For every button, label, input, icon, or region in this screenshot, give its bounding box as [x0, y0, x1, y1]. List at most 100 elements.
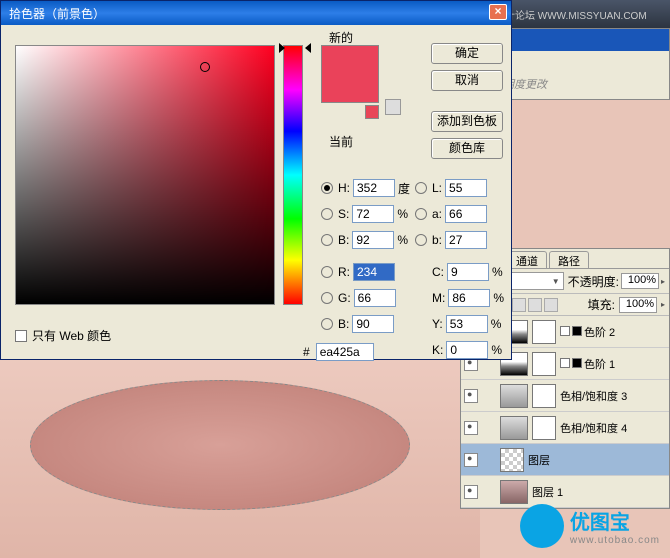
- web-only-label: 只有 Web 颜色: [32, 327, 111, 344]
- link-slot[interactable]: [482, 485, 496, 499]
- hue-slider[interactable]: [283, 45, 303, 305]
- dialog-titlebar[interactable]: 拾色器（前景色） ×: [1, 1, 511, 25]
- visibility-icon[interactable]: [464, 421, 478, 435]
- add-swatch-button[interactable]: 添加到色板: [431, 111, 503, 132]
- visibility-icon[interactable]: [464, 389, 478, 403]
- hex-label: #: [303, 345, 310, 359]
- c-label: C:: [432, 265, 444, 279]
- new-color-swatch: [321, 45, 379, 103]
- new-color-label: 新的: [329, 29, 353, 46]
- unit: %: [397, 233, 411, 247]
- b-label: B:: [338, 233, 349, 247]
- cancel-button[interactable]: 取消: [431, 70, 503, 91]
- selection-marquee: [30, 380, 410, 510]
- s-input[interactable]: [352, 205, 394, 223]
- bl-label: B:: [338, 317, 349, 331]
- k-label: K:: [432, 343, 443, 357]
- fill-label: 填充:: [588, 296, 615, 313]
- lb-input[interactable]: [445, 231, 487, 249]
- tab-paths[interactable]: 路径: [549, 251, 589, 268]
- layer-mask: [532, 352, 556, 376]
- unit: 度: [398, 180, 412, 197]
- dialog-title: 拾色器（前景色）: [9, 5, 105, 22]
- k-input[interactable]: [446, 341, 488, 359]
- m-input[interactable]: [448, 289, 490, 307]
- unit: %: [492, 265, 506, 279]
- L-label: L:: [432, 181, 442, 195]
- unit: %: [491, 343, 505, 357]
- layer-name[interactable]: 色阶 2: [560, 324, 666, 340]
- b-radio[interactable]: [321, 234, 333, 246]
- current-small-swatch: [365, 105, 379, 119]
- h-label: H:: [338, 181, 350, 195]
- hue-arrow-icon: [305, 43, 311, 53]
- r-label: R:: [338, 265, 350, 279]
- current-color-label: 当前: [329, 133, 353, 150]
- chevron-right-icon[interactable]: ▸: [661, 300, 665, 309]
- web-only-checkbox[interactable]: [15, 330, 27, 342]
- watermark-url: www.utobao.com: [570, 535, 660, 546]
- a-input[interactable]: [445, 205, 487, 223]
- chevron-right-icon[interactable]: ▸: [661, 277, 665, 286]
- hex-input[interactable]: [316, 343, 374, 361]
- lock-pixels-icon[interactable]: [512, 298, 526, 312]
- y-input[interactable]: [446, 315, 488, 333]
- adjustment-thumb: [500, 384, 528, 408]
- layer-mask: [532, 416, 556, 440]
- link-slot[interactable]: [482, 421, 496, 435]
- L-radio[interactable]: [415, 182, 427, 194]
- fill-input[interactable]: 100%: [619, 297, 657, 313]
- layer-thumb: [500, 480, 528, 504]
- layer-row[interactable]: 色相/饱和度 4: [461, 412, 669, 444]
- lock-position-icon[interactable]: [528, 298, 542, 312]
- tab-channels[interactable]: 通道: [507, 251, 547, 268]
- r-input[interactable]: [353, 263, 395, 281]
- layer-row[interactable]: 图层: [461, 444, 669, 476]
- layer-row[interactable]: 色相/饱和度 3: [461, 380, 669, 412]
- layer-name[interactable]: 色相/饱和度 3: [560, 388, 666, 404]
- m-label: M:: [432, 291, 445, 305]
- L-input[interactable]: [445, 179, 487, 197]
- watermark: 优图宝 www.utobao.com: [520, 504, 660, 548]
- link-slot[interactable]: [482, 453, 496, 467]
- g-radio[interactable]: [321, 292, 333, 304]
- unit: %: [491, 317, 505, 331]
- layer-name[interactable]: 图层: [528, 452, 666, 468]
- lb-radio[interactable]: [415, 234, 427, 246]
- opacity-label: 不透明度:: [568, 273, 619, 290]
- bl-radio[interactable]: [321, 318, 333, 330]
- hue-arrow-icon: [279, 43, 285, 53]
- layer-name[interactable]: 图层 1: [532, 484, 666, 500]
- b-input[interactable]: [352, 231, 394, 249]
- r-radio[interactable]: [321, 266, 333, 278]
- h-radio[interactable]: [321, 182, 333, 194]
- layer-thumb: [500, 448, 524, 472]
- saturation-value-field[interactable]: [15, 45, 275, 305]
- adjustment-thumb: [500, 416, 528, 440]
- c-input[interactable]: [447, 263, 489, 281]
- ok-button[interactable]: 确定: [431, 43, 503, 64]
- s-radio[interactable]: [321, 208, 333, 220]
- color-libraries-button[interactable]: 颜色库: [431, 138, 503, 159]
- link-slot[interactable]: [482, 389, 496, 403]
- h-input[interactable]: [353, 179, 395, 197]
- color-picker-dialog: 拾色器（前景色） × 新的 当前 确定 取消 添加到色板 颜色库 H: 度 S:%…: [0, 0, 512, 360]
- opacity-input[interactable]: 100%: [621, 273, 659, 289]
- color-preview: [321, 45, 379, 119]
- a-radio[interactable]: [415, 208, 427, 220]
- logo-icon: [520, 504, 564, 548]
- layer-name[interactable]: 色相/饱和度 4: [560, 420, 666, 436]
- visibility-icon[interactable]: [464, 485, 478, 499]
- bl-input[interactable]: [352, 315, 394, 333]
- color-cursor-icon: [200, 62, 210, 72]
- close-icon[interactable]: ×: [489, 4, 507, 20]
- cube-icon[interactable]: [385, 99, 401, 115]
- a-label: a:: [432, 207, 442, 221]
- visibility-icon[interactable]: [464, 453, 478, 467]
- watermark-title: 优图宝: [570, 506, 660, 535]
- layer-name[interactable]: 色阶 1: [560, 356, 666, 372]
- lock-all-icon[interactable]: [544, 298, 558, 312]
- g-input[interactable]: [354, 289, 396, 307]
- g-label: G:: [338, 291, 351, 305]
- s-label: S:: [338, 207, 349, 221]
